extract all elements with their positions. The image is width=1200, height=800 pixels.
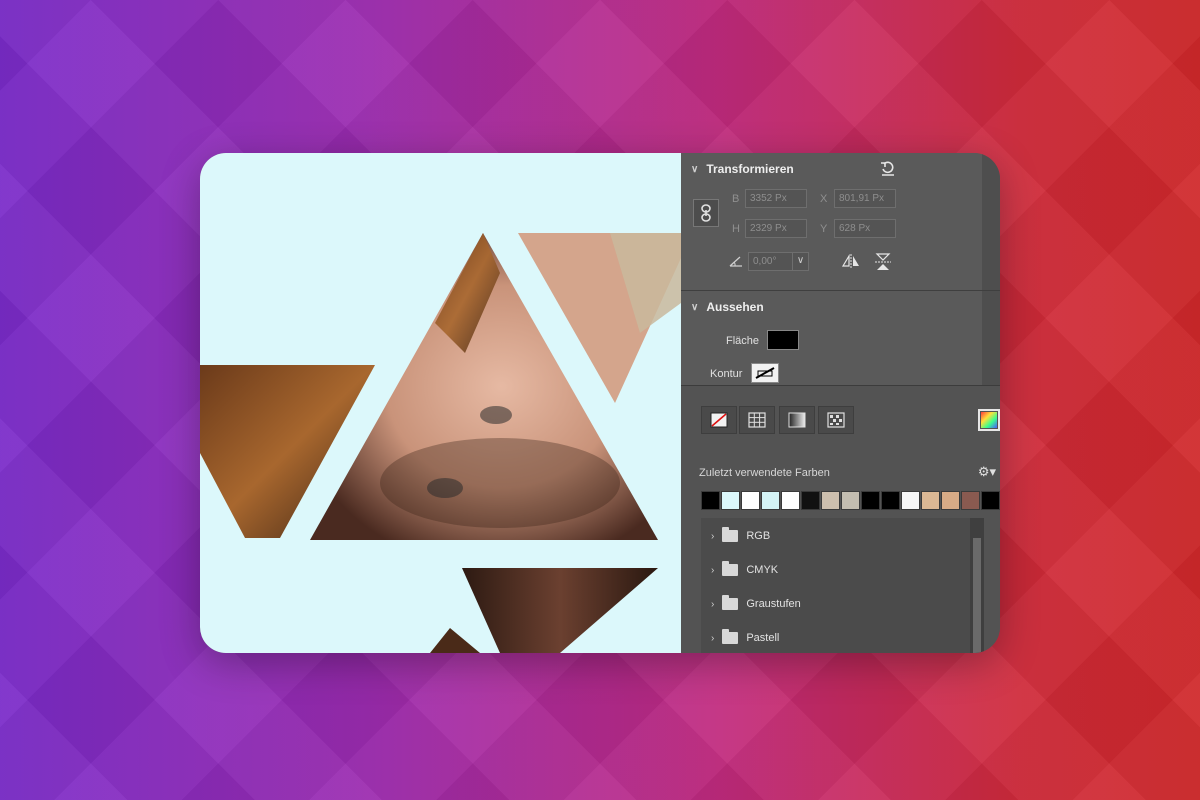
recent-color-swatch[interactable] <box>981 491 1000 510</box>
height-label: H <box>732 223 740 235</box>
recent-color-swatch[interactable] <box>801 491 820 510</box>
photo-triangle-bottom <box>462 568 658 653</box>
folder-label: RGB <box>746 530 771 542</box>
app-window: ∨ Transformieren B 3352 Px X 801,91 Px H… <box>200 153 1000 653</box>
color-spectrum-button[interactable] <box>978 409 1000 431</box>
transform-header[interactable]: ∨ Transformieren <box>691 162 794 176</box>
x-label: X <box>820 193 828 205</box>
folder-label: Pastell <box>746 632 780 644</box>
swatches-grid-button[interactable] <box>739 406 775 434</box>
appearance-header[interactable]: ∨ Aussehen <box>691 300 764 314</box>
recent-color-swatch[interactable] <box>701 491 720 510</box>
folder-label: CMYK <box>746 564 779 576</box>
appearance-title: Aussehen <box>706 300 764 314</box>
flip-horizontal-icon[interactable] <box>841 252 861 270</box>
color-picker-popup: Zuletzt verwendete Farben ⚙▾ › RGB › CMY… <box>681 385 1000 653</box>
y-label: Y <box>820 223 828 235</box>
chevron-down-icon: ∨ <box>691 163 699 175</box>
reset-transform-icon[interactable] <box>877 159 899 177</box>
folder-icon <box>722 629 739 644</box>
recent-color-swatch[interactable] <box>761 491 780 510</box>
folder-item-pastell[interactable]: › Pastell <box>711 629 780 644</box>
color-wheel-icon <box>981 412 997 428</box>
no-color-button[interactable] <box>701 406 737 434</box>
angle-icon <box>728 253 744 269</box>
fill-label: Fläche <box>726 335 760 347</box>
recent-colors-label: Zuletzt verwendete Farben <box>699 467 830 479</box>
folder-icon <box>722 561 739 576</box>
folder-item-graustufen[interactable]: › Graustufen <box>711 595 801 610</box>
x-field[interactable]: 801,91 Px <box>834 189 896 208</box>
folder-icon <box>722 527 739 542</box>
stroke-color-swatch[interactable] <box>751 363 779 383</box>
triangle-collage <box>200 233 681 653</box>
recent-color-swatch[interactable] <box>861 491 880 510</box>
recent-color-swatch[interactable] <box>901 491 920 510</box>
gradient-button[interactable] <box>779 406 815 434</box>
chevron-down-icon: ∨ <box>691 301 699 313</box>
document-canvas[interactable] <box>200 153 681 653</box>
height-field[interactable]: 2329 Px <box>745 219 807 238</box>
section-divider <box>681 290 1000 291</box>
recent-color-swatch[interactable] <box>961 491 980 510</box>
folder-icon <box>722 595 739 610</box>
recent-color-swatch[interactable] <box>781 491 800 510</box>
folder-item-cmyk[interactable]: › CMYK <box>711 561 779 576</box>
width-label: B <box>732 193 740 205</box>
y-field[interactable]: 628 Px <box>834 219 896 238</box>
recent-color-swatch[interactable] <box>741 491 760 510</box>
grid-icon <box>748 412 766 428</box>
recent-color-swatch[interactable] <box>921 491 940 510</box>
fill-color-swatch[interactable] <box>767 330 799 350</box>
transform-title: Transformieren <box>706 162 794 176</box>
recent-color-swatch[interactable] <box>941 491 960 510</box>
gear-icon[interactable]: ⚙▾ <box>977 464 997 480</box>
pattern-icon <box>827 412 845 428</box>
recent-color-swatch[interactable] <box>721 491 740 510</box>
no-color-icon <box>710 412 728 428</box>
panel-scrollbar[interactable] <box>982 153 1000 385</box>
no-stroke-icon <box>755 367 775 379</box>
properties-panel: ∨ Transformieren B 3352 Px X 801,91 Px H… <box>681 153 1000 653</box>
gradient-icon <box>788 412 806 428</box>
folder-label: Graustufen <box>746 598 801 610</box>
chevron-right-icon: › <box>711 530 715 542</box>
chevron-right-icon: › <box>711 564 715 576</box>
pattern-button[interactable] <box>818 406 854 434</box>
stroke-label: Kontur <box>710 368 743 380</box>
chevron-right-icon: › <box>711 632 715 644</box>
recent-color-swatch[interactable] <box>881 491 900 510</box>
link-proportions-icon[interactable] <box>693 199 719 227</box>
color-list-scrollbar[interactable] <box>970 518 984 653</box>
color-library-list: › RGB › CMYK › Graustufen › Pastell <box>701 518 984 653</box>
recent-color-swatch[interactable] <box>821 491 840 510</box>
recent-color-swatch[interactable] <box>841 491 860 510</box>
folder-item-rgb[interactable]: › RGB <box>711 527 771 542</box>
angle-dropdown[interactable]: ∨ <box>792 252 809 271</box>
recent-colors-row <box>701 491 1000 510</box>
scrollbar-thumb[interactable] <box>973 538 981 653</box>
chevron-right-icon: › <box>711 598 715 610</box>
angle-field[interactable]: 0,00° <box>748 252 793 271</box>
flip-vertical-icon[interactable] <box>873 252 893 272</box>
width-field[interactable]: 3352 Px <box>745 189 807 208</box>
